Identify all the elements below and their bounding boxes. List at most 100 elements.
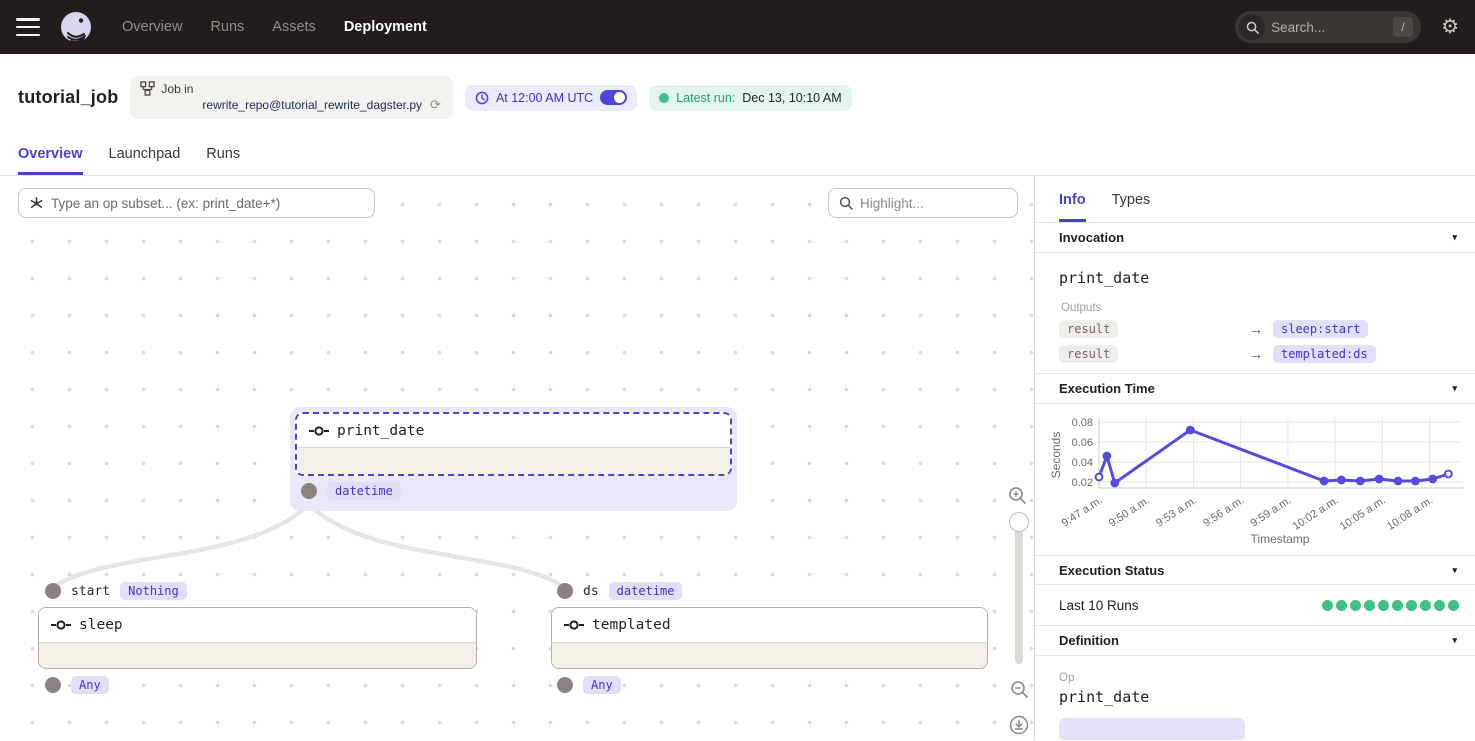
section-definition-header[interactable]: Definition ▾ [1035,626,1475,656]
search-input[interactable] [1265,20,1393,35]
input-pin[interactable] [45,583,61,599]
node-name: sleep [79,617,123,633]
execution-time-chart: 0.020.040.060.089:47 a.m.9:50 a.m.9:53 a… [1049,410,1469,552]
input-pin[interactable] [557,583,573,599]
top-nav: Overview Runs Assets Deployment / ⚙ [0,0,1475,54]
run-dot[interactable] [1350,600,1361,611]
op-icon [564,619,584,631]
latest-run-time-link[interactable]: Dec 13, 10:10 AM [742,91,841,105]
svg-text:0.02: 0.02 [1072,477,1093,489]
svg-text:Seconds: Seconds [1049,432,1063,479]
sleep-output-row: Any [45,676,109,694]
tab-overview[interactable]: Overview [18,146,83,175]
type-badge-datetime[interactable]: datetime [609,582,683,600]
run-dot[interactable] [1434,600,1445,611]
type-badge-nothing[interactable]: Nothing [120,582,187,600]
schedule-toggle[interactable] [600,90,627,105]
node-print-date[interactable]: print_date [295,412,732,476]
output-pin[interactable] [557,677,573,693]
svg-text:Timestamp: Timestamp [1251,532,1310,546]
op-subset-filter[interactable] [18,188,375,218]
run-dot[interactable] [1322,600,1333,611]
nav-item-deployment[interactable]: Deployment [344,19,427,35]
section-definition-body: Op print_date [1035,656,1475,740]
tab-launchpad[interactable]: Launchpad [109,146,181,175]
highlight-filter[interactable] [828,188,1018,218]
section-invocation-body: print_date Outputs result → sleep:start … [1035,253,1475,375]
zoom-reset-icon[interactable] [1006,712,1032,738]
global-search[interactable]: / [1235,11,1421,43]
output-to-link[interactable]: sleep:start [1273,320,1368,338]
section-title: Execution Time [1059,381,1155,396]
tab-info[interactable]: Info [1059,192,1086,222]
run-dot[interactable] [1420,600,1431,611]
clock-icon [475,91,489,105]
tab-runs[interactable]: Runs [206,146,240,175]
page-header: tutorial_job Job in rewrite_repo@tutoria… [0,54,1475,176]
output-pin[interactable] [45,677,61,693]
zoom-controls [1004,482,1034,508]
node-templated[interactable]: templated [551,607,988,669]
op-subset-input[interactable] [51,196,364,211]
schedule-label: At 12:00 AM UTC [496,91,593,105]
highlight-input[interactable] [860,196,1007,211]
nav-item-overview[interactable]: Overview [122,19,182,35]
node-body [297,448,730,474]
node-name: templated [592,617,671,633]
output-from-badge: result [1059,345,1118,363]
nav-item-runs[interactable]: Runs [210,19,244,35]
section-invocation-header[interactable]: Invocation ▾ [1035,223,1475,253]
type-badge-any[interactable]: Any [71,676,109,694]
op-icon [309,425,329,437]
op-selector-icon [29,196,44,211]
zoom-in-icon[interactable] [1004,482,1030,508]
reload-repo-icon[interactable]: ⟳ [430,97,441,113]
svg-text:10:02 a.m.: 10:02 a.m. [1291,494,1341,532]
svg-text:9:56 a.m.: 9:56 a.m. [1201,494,1246,529]
svg-text:10:05 a.m.: 10:05 a.m. [1338,494,1388,532]
schedule-badge: At 12:00 AM UTC [465,85,637,111]
hamburger-menu-icon[interactable] [16,18,40,36]
arrow-right-icon: → [1249,321,1273,337]
sidebar-tabs: Info Types [1035,176,1475,223]
zoom-slider-track[interactable] [1015,514,1023,664]
section-execution-time-header[interactable]: Execution Time ▾ [1035,374,1475,404]
output-to-link[interactable]: templated:ds [1273,345,1376,363]
op-icon [51,619,71,631]
gear-icon[interactable]: ⚙ [1441,17,1459,37]
section-execution-status-body: Last 10 Runs [1035,585,1475,626]
node-body [552,643,987,669]
search-icon [839,196,853,210]
repo-path-link[interactable]: rewrite_repo@tutorial_rewrite_dagster.py [202,98,422,112]
run-status-dot [659,93,669,103]
output-pin[interactable] [301,483,317,499]
node-sleep[interactable]: sleep [38,607,477,669]
type-badge-any[interactable]: Any [583,676,621,694]
sleep-input-row: start Nothing [45,582,187,600]
zoom-slider-knob[interactable] [1009,512,1029,532]
run-dot[interactable] [1378,600,1389,611]
last-runs-dots[interactable] [1322,600,1459,611]
run-dot[interactable] [1448,600,1459,611]
run-dot[interactable] [1392,600,1403,611]
run-dot[interactable] [1336,600,1347,611]
section-title: Invocation [1059,230,1124,245]
run-dot[interactable] [1406,600,1417,611]
dagster-logo[interactable] [58,9,94,45]
tab-types[interactable]: Types [1112,192,1151,222]
chevron-down-icon[interactable]: ▾ [1452,232,1457,243]
run-dot[interactable] [1364,600,1375,611]
chevron-down-icon[interactable]: ▾ [1452,635,1457,646]
latest-run-badge: Latest run: Dec 13, 10:10 AM [649,85,851,111]
nav-item-assets[interactable]: Assets [272,19,316,35]
op-graph-canvas[interactable]: print_date datetime start Nothing [0,176,1035,740]
type-badge-datetime[interactable]: datetime [327,482,401,500]
svg-text:9:53 a.m.: 9:53 a.m. [1154,494,1199,529]
section-execution-status-header[interactable]: Execution Status ▾ [1035,556,1475,586]
definition-badge [1059,718,1245,740]
section-execution-time-body: 0.020.040.060.089:47 a.m.9:50 a.m.9:53 a… [1035,404,1475,556]
chevron-down-icon[interactable]: ▾ [1452,565,1457,576]
chevron-down-icon[interactable]: ▾ [1452,383,1457,394]
input-name: start [71,584,110,599]
zoom-out-icon[interactable] [1006,676,1032,702]
